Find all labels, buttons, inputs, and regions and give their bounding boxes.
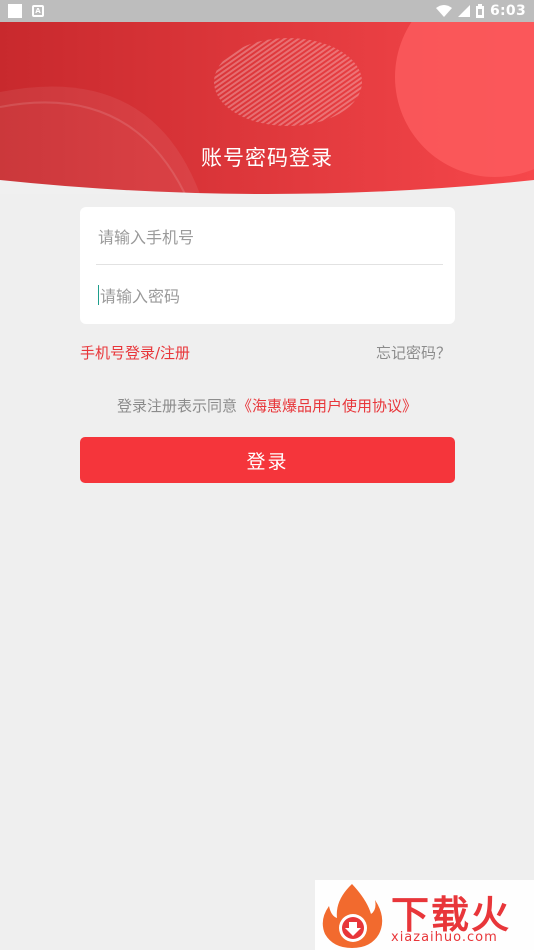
page-title: 账号密码登录 [201,146,333,170]
phone-input-placeholder: 请输入手机号 [98,227,195,247]
status-bar-right: 6:03 [435,3,526,19]
text-caret [98,285,99,305]
a-icon: A [32,5,44,17]
agreement-prefix: 登录注册表示同意 [116,397,237,415]
notification-square-icon [8,4,22,18]
phone-input[interactable]: 请输入手机号 [96,207,443,265]
login-screen: A 6:03 账号密码登录 请输入手机号 请输入密码 手机号登录/注册 忘记密码… [0,0,534,950]
battery-icon [475,4,484,18]
status-time: 6:03 [489,3,526,19]
login-form-card: 请输入手机号 请输入密码 [80,207,455,324]
flame-logo-icon [322,884,383,948]
forgot-password-link[interactable]: 忘记密码？ [376,342,451,363]
cell-signal-icon [457,5,470,17]
wifi-icon [435,5,452,17]
status-bar-left: A [8,4,44,18]
user-agreement-link[interactable]: 《海惠爆品用户使用协议》 [237,397,417,415]
header-banner: 账号密码登录 [0,22,534,194]
password-input-placeholder: 请输入密码 [100,287,181,306]
watermark: 下载火 xiazaihuo.com [315,880,534,950]
password-input[interactable]: 请输入密码 [96,266,443,324]
status-bar: A 6:03 [0,0,534,22]
watermark-brand-en: xiazaihuo.com [391,930,498,945]
login-button[interactable]: 登录 [80,437,455,483]
agreement-text: 登录注册表示同意《海惠爆品用户使用协议》 [0,395,534,416]
phone-login-link[interactable]: 手机号登录/注册 [80,342,190,363]
